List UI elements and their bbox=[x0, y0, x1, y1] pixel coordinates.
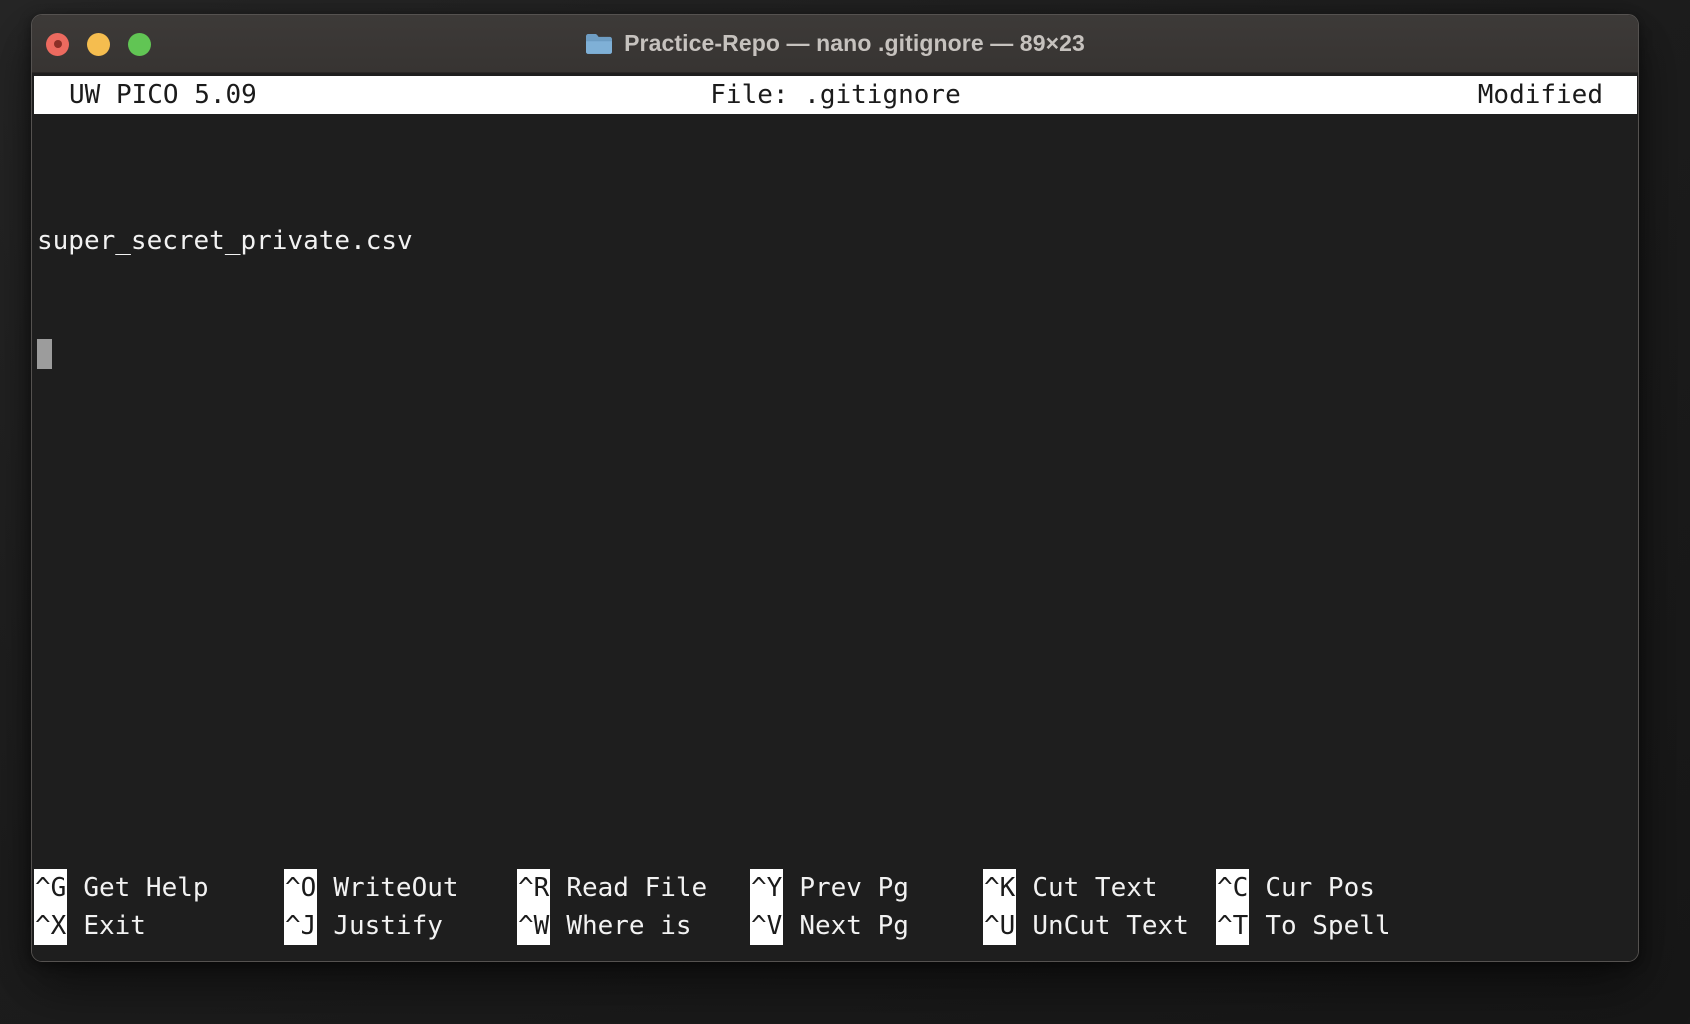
shortcut-prev-pg[interactable]: ^Y Prev Pg bbox=[750, 869, 983, 907]
shortcut-key: ^R bbox=[517, 869, 551, 907]
shortcut-label: To Spell bbox=[1265, 911, 1391, 941]
shortcut-label: Prev Pg bbox=[799, 873, 909, 903]
terminal-window: Practice-Repo — nano .gitignore — 89×23 … bbox=[31, 14, 1639, 962]
shortcut-key: ^X bbox=[34, 907, 68, 945]
shortcut-exit[interactable]: ^X Exit bbox=[34, 907, 284, 945]
shortcut-key: ^J bbox=[284, 907, 318, 945]
nano-file-label: File: .gitignore bbox=[710, 80, 961, 110]
shortcut-key: ^U bbox=[983, 907, 1017, 945]
shortcut-key: ^V bbox=[750, 907, 784, 945]
shortcut-where-is[interactable]: ^W Where is bbox=[517, 907, 750, 945]
nano-status-bar: UW PICO 5.09 File: .gitignore Modified bbox=[34, 76, 1637, 114]
shortcut-key: ^W bbox=[517, 907, 551, 945]
editor-line-cursor[interactable] bbox=[35, 336, 1638, 374]
shortcut-justify[interactable]: ^J Justify bbox=[284, 907, 517, 945]
shortcut-label: UnCut Text bbox=[1032, 911, 1189, 941]
shortcut-writeout[interactable]: ^O WriteOut bbox=[284, 869, 517, 907]
window-titlebar[interactable]: Practice-Repo — nano .gitignore — 89×23 bbox=[32, 15, 1638, 73]
nano-shortcut-bar: ^G Get Help ^O WriteOut ^R Read File ^Y … bbox=[32, 869, 1638, 961]
shortcut-label: Cut Text bbox=[1032, 873, 1158, 903]
shortcut-label: Where is bbox=[566, 911, 692, 941]
window-title-group: Practice-Repo — nano .gitignore — 89×23 bbox=[32, 30, 1638, 57]
editor-line[interactable]: super_secret_private.csv bbox=[35, 222, 1638, 260]
shortcut-to-spell[interactable]: ^T To Spell bbox=[1216, 907, 1449, 945]
nano-modified-status: Modified bbox=[1477, 80, 1603, 110]
shortcut-label: Justify bbox=[333, 911, 443, 941]
shortcut-key: ^O bbox=[284, 869, 318, 907]
shortcut-row-2: ^X Exit ^J Justify ^W Where is ^V Next P… bbox=[34, 907, 1638, 945]
shortcut-next-pg[interactable]: ^V Next Pg bbox=[750, 907, 983, 945]
shortcut-row-1: ^G Get Help ^O WriteOut ^R Read File ^Y … bbox=[34, 869, 1638, 907]
desktop-background: Practice-Repo — nano .gitignore — 89×23 … bbox=[0, 0, 1690, 1024]
editor-text-area[interactable]: super_secret_private.csv bbox=[32, 114, 1638, 869]
text-cursor bbox=[37, 339, 52, 369]
shortcut-key: ^C bbox=[1216, 869, 1250, 907]
shortcut-label: Exit bbox=[83, 911, 146, 941]
shortcut-cur-pos[interactable]: ^C Cur Pos bbox=[1216, 869, 1449, 907]
shortcut-key: ^Y bbox=[750, 869, 784, 907]
shortcut-get-help[interactable]: ^G Get Help bbox=[34, 869, 284, 907]
shortcut-label: Cur Pos bbox=[1265, 873, 1375, 903]
shortcut-label: WriteOut bbox=[333, 873, 459, 903]
shortcut-cut-text[interactable]: ^K Cut Text bbox=[983, 869, 1216, 907]
shortcut-uncut-text[interactable]: ^U UnCut Text bbox=[983, 907, 1216, 945]
folder-icon bbox=[585, 32, 613, 55]
terminal-content[interactable]: UW PICO 5.09 File: .gitignore Modified s… bbox=[32, 73, 1638, 961]
shortcut-key: ^T bbox=[1216, 907, 1250, 945]
shortcut-key: ^G bbox=[34, 869, 68, 907]
shortcut-key: ^K bbox=[983, 869, 1017, 907]
shortcut-label: Next Pg bbox=[799, 911, 909, 941]
shortcut-label: Get Help bbox=[83, 873, 209, 903]
window-title-text: Practice-Repo — nano .gitignore — 89×23 bbox=[624, 30, 1085, 56]
shortcut-label: Read File bbox=[566, 873, 708, 903]
shortcut-read-file[interactable]: ^R Read File bbox=[517, 869, 750, 907]
